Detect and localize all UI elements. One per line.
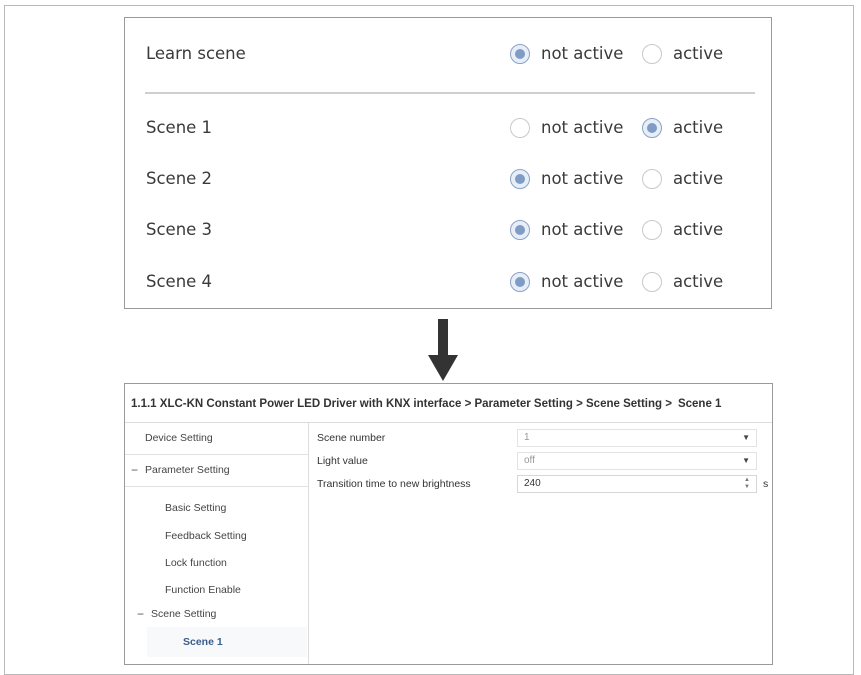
scene-1-active-radio[interactable] xyxy=(642,118,662,138)
learn-scene-active-radio[interactable] xyxy=(642,44,662,64)
scene-1-label: Scene 1 xyxy=(146,118,213,137)
light-value-value: off xyxy=(524,455,535,466)
scene-4-active-label[interactable]: active xyxy=(673,262,723,302)
chevron-down-icon[interactable]: ▼ xyxy=(742,430,750,446)
param-transition-time: Transition time to new brightness 240 ▲ ▼… xyxy=(317,473,769,495)
sidebar-item-label: Scene Setting xyxy=(151,608,217,620)
down-arrow-icon xyxy=(428,319,458,381)
divider xyxy=(145,92,755,94)
sidebar-item-label: Basic Setting xyxy=(165,502,227,514)
scene-3-not-active-label[interactable]: not active xyxy=(541,210,623,250)
sidebar-item-feedback-setting[interactable]: Feedback Setting xyxy=(125,521,308,551)
transition-time-value: 240 xyxy=(524,478,541,489)
sidebar-divider xyxy=(125,486,308,487)
sidebar-item-label: Lock function xyxy=(165,557,227,569)
sidebar-item-label: Parameter Setting xyxy=(145,464,230,476)
transition-time-unit: s xyxy=(763,478,769,490)
sidebar-item-label: Feedback Setting xyxy=(165,530,247,542)
sidebar-item-scene-1[interactable]: Scene 1 xyxy=(125,627,308,657)
scene-number-value: 1 xyxy=(524,432,530,443)
sidebar-item-device-setting[interactable]: Device Setting xyxy=(125,423,308,453)
scene-3-label: Scene 3 xyxy=(146,220,213,239)
learn-scene-active-label[interactable]: active xyxy=(673,34,723,74)
param-light-value: Light value off ▼ xyxy=(317,450,767,472)
scene-2-not-active-label[interactable]: not active xyxy=(541,159,623,199)
scene-learning-panel: Learn scene not active active Scene 1 no… xyxy=(124,17,772,309)
sidebar-item-label: Scene 1 xyxy=(183,636,223,648)
scene-1-not-active-radio[interactable] xyxy=(510,118,530,138)
learn-scene-row: Learn scene not active active xyxy=(125,34,771,74)
transition-time-input[interactable]: 240 ▲ ▼ xyxy=(517,475,757,493)
scene-4-not-active-radio[interactable] xyxy=(510,272,530,292)
collapse-icon[interactable]: − xyxy=(137,599,144,629)
scene-1-not-active-label[interactable]: not active xyxy=(541,108,623,148)
scene-2-active-radio[interactable] xyxy=(642,169,662,189)
light-value-select[interactable]: off ▼ xyxy=(517,452,757,470)
sidebar-item-lock-function[interactable]: Lock function xyxy=(125,548,308,578)
learn-scene-not-active-label[interactable]: not active xyxy=(541,34,623,74)
breadcrumb-path: 1.1.1 XLC-KN Constant Power LED Driver w… xyxy=(131,398,672,410)
chevron-down-icon[interactable]: ▼ xyxy=(742,453,750,469)
scene-3-active-label[interactable]: active xyxy=(673,210,723,250)
scene-4-label: Scene 4 xyxy=(146,272,213,291)
scene-4-active-radio[interactable] xyxy=(642,272,662,292)
scene-4-not-active-label[interactable]: not active xyxy=(541,262,623,302)
scene-2-active-label[interactable]: active xyxy=(673,159,723,199)
spinner-icon[interactable]: ▲ ▼ xyxy=(743,477,751,491)
ets-parameter-window: 1.1.1 XLC-KN Constant Power LED Driver w… xyxy=(124,383,773,665)
scene-number-label: Scene number xyxy=(317,432,386,444)
collapse-icon[interactable]: − xyxy=(131,455,138,485)
sidebar-item-scene-setting[interactable]: − Scene Setting xyxy=(125,599,308,629)
scene-1-active-label[interactable]: active xyxy=(673,108,723,148)
scene-number-select[interactable]: 1 ▼ xyxy=(517,429,757,447)
scene-4-row: Scene 4 not active active xyxy=(125,262,771,302)
learn-scene-not-active-radio[interactable] xyxy=(510,44,530,64)
scene-2-not-active-radio[interactable] xyxy=(510,169,530,189)
sidebar-item-parameter-setting[interactable]: − Parameter Setting xyxy=(125,455,308,485)
sidebar-item-label: Device Setting xyxy=(145,432,213,444)
transition-time-label: Transition time to new brightness xyxy=(317,478,471,490)
param-scene-number: Scene number 1 ▼ xyxy=(317,427,767,449)
scene-3-active-radio[interactable] xyxy=(642,220,662,240)
scene-2-row: Scene 2 not active active xyxy=(125,159,771,199)
sidebar: Device Setting − Parameter Setting Basic… xyxy=(125,423,309,664)
selection-highlight xyxy=(147,627,307,657)
scene-2-label: Scene 2 xyxy=(146,169,213,188)
scene-3-not-active-radio[interactable] xyxy=(510,220,530,240)
breadcrumb: 1.1.1 XLC-KN Constant Power LED Driver w… xyxy=(131,390,721,418)
light-value-label: Light value xyxy=(317,455,368,467)
sidebar-item-basic-setting[interactable]: Basic Setting xyxy=(125,493,308,523)
scene-1-row: Scene 1 not active active xyxy=(125,108,771,148)
scene-3-row: Scene 3 not active active xyxy=(125,210,771,250)
learn-scene-label: Learn scene xyxy=(146,44,246,63)
breadcrumb-current: Scene 1 xyxy=(677,398,722,410)
